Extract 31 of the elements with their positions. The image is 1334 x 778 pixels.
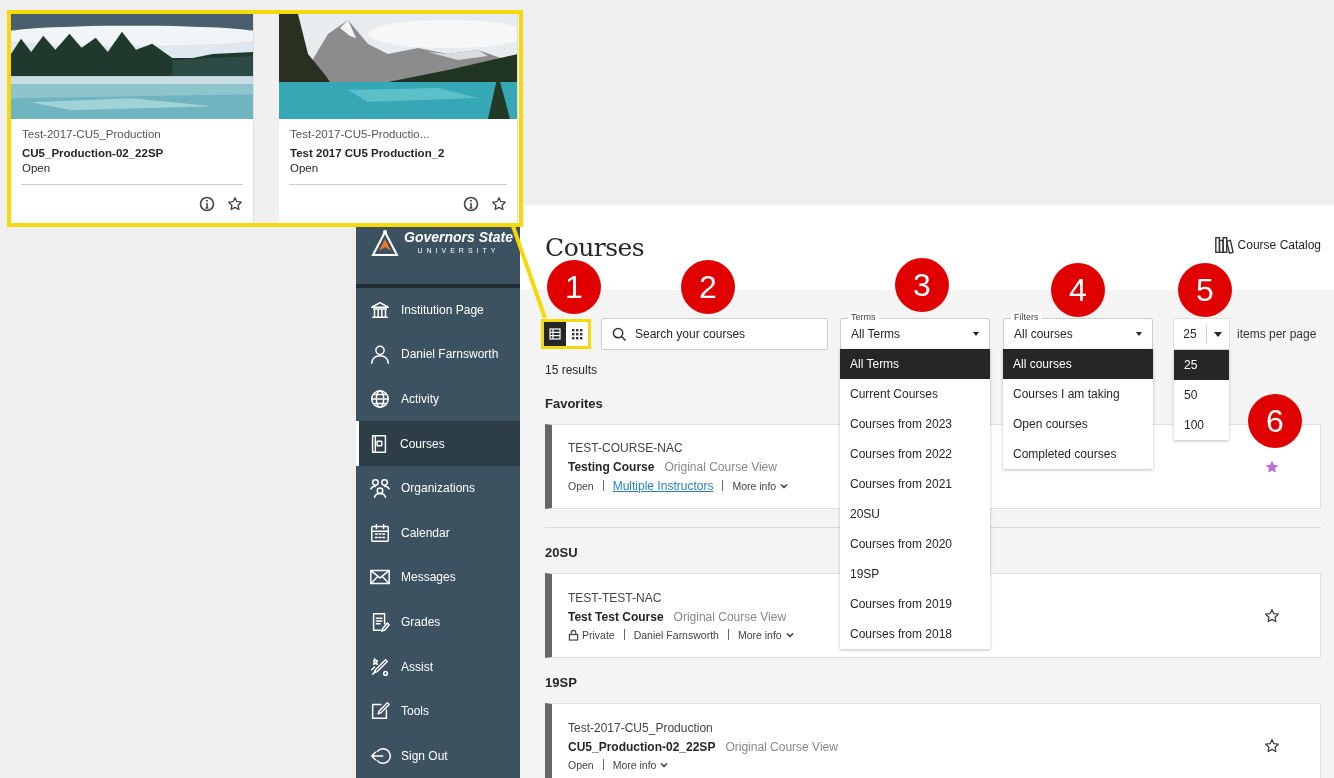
course-name: CU5_Production-02_22SP (568, 739, 716, 754)
meta-text: Daniel Farnsworth (633, 628, 719, 641)
course-code: Test-2017-CU5_Production (568, 720, 714, 735)
course-code: TEST-COURSE-NAC (568, 440, 684, 455)
results-count: 15 results (545, 363, 598, 377)
course-status: Open (290, 162, 320, 174)
course-code: Test-2017-CU5-Productio... (290, 128, 431, 140)
course-name: Test Test Course (568, 609, 664, 624)
course-name: Testing Course (568, 459, 655, 474)
per-page-label: items per page (1237, 327, 1317, 341)
section-heading: 19SP (545, 675, 577, 690)
course-view-label: Original Course View (673, 609, 787, 624)
select-value: All courses (1014, 327, 1073, 341)
course-code: TEST-TEST-NAC (568, 590, 663, 605)
select-value: All Terms (851, 327, 901, 341)
course-status: Open (22, 162, 52, 174)
course-view-label: Original Course View (725, 739, 838, 754)
meta-text: Open (568, 479, 594, 492)
privacy-status: Private (582, 628, 615, 641)
select-value: 25 (1174, 325, 1207, 343)
page-title: Courses (545, 233, 645, 262)
course-code: Test-2017-CU5_Production (22, 128, 162, 140)
field-label: Filters (1011, 312, 1042, 322)
field-label: Terms (848, 312, 879, 322)
course-view-label: Original Course View (664, 459, 777, 474)
course-name: CU5_Production-02_22SP (22, 147, 165, 159)
course-name: Test 2017 CU5 Production_2 (290, 147, 446, 159)
logo-name: Governors State (404, 229, 513, 245)
meta-text: Open (568, 758, 594, 771)
section-heading: Favorites (545, 396, 603, 411)
section-heading: 20SU (545, 545, 578, 560)
